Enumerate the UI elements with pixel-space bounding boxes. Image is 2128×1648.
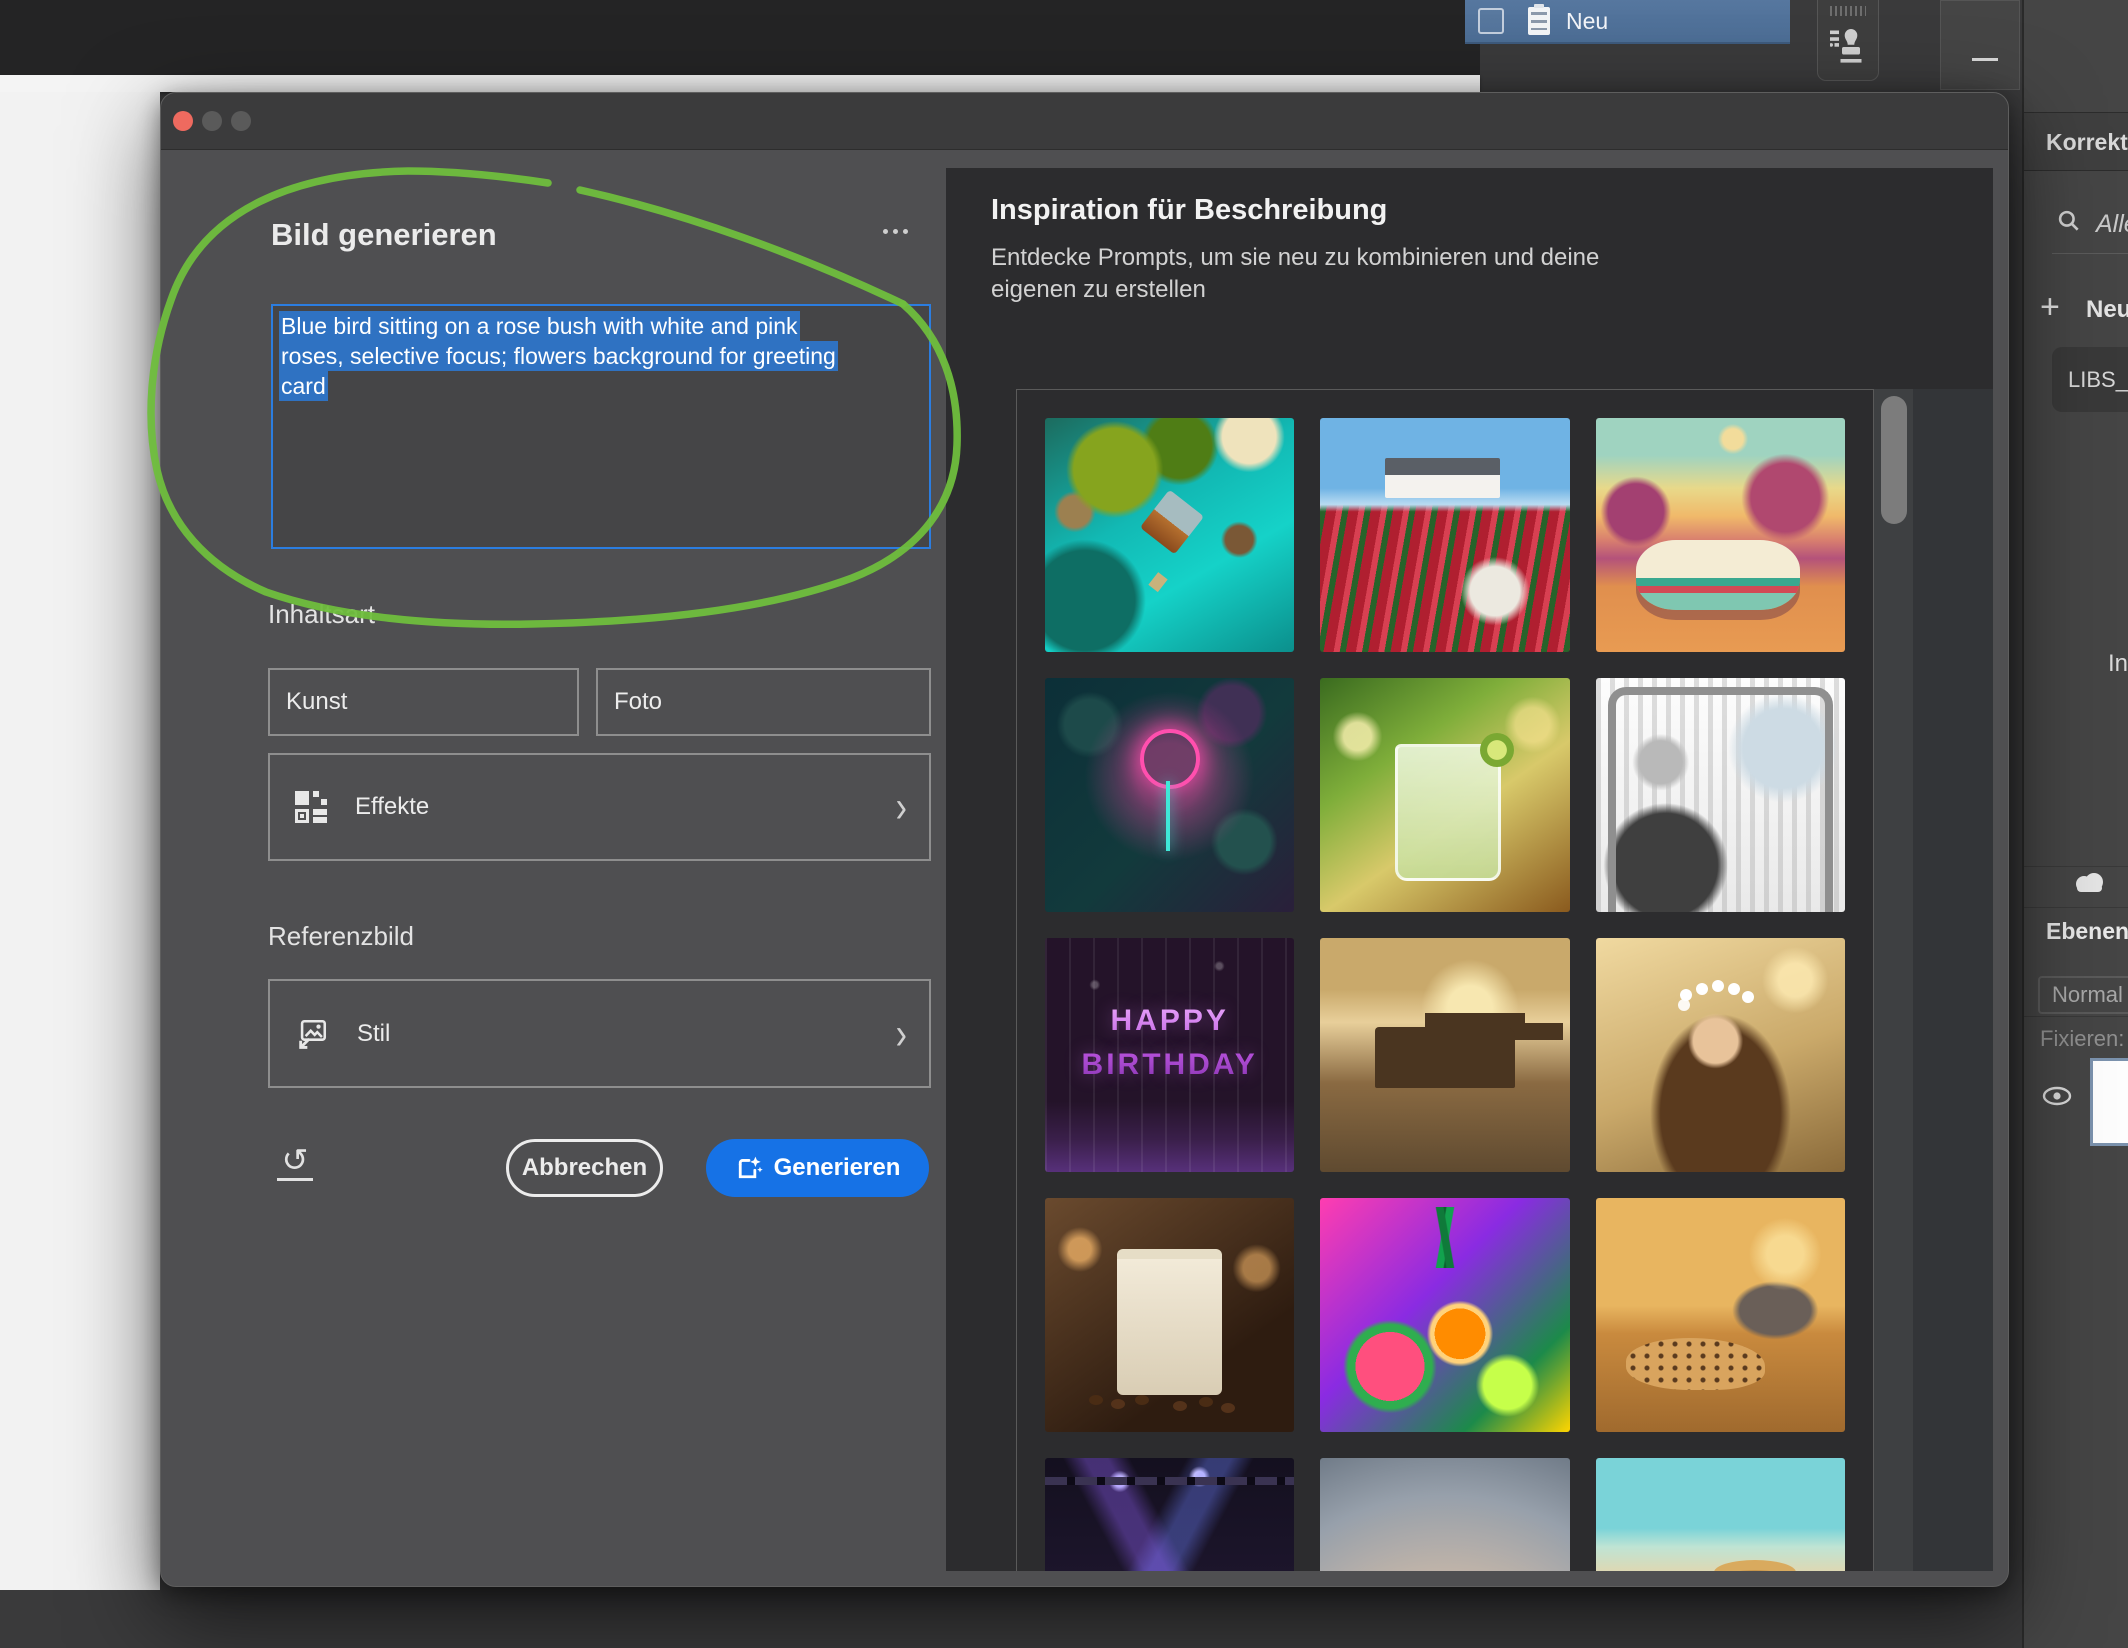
style-label: Stil: [357, 1020, 390, 1048]
content-type-kunst-button[interactable]: Kunst: [268, 668, 579, 736]
generate-button[interactable]: Generieren: [706, 1139, 929, 1197]
inspiration-tile[interactable]: [1596, 938, 1845, 1172]
style-row-button[interactable]: Stil ›: [268, 979, 931, 1088]
inspiration-tile[interactable]: [1596, 1198, 1845, 1432]
inspiration-tile[interactable]: [1320, 1458, 1569, 1571]
prompt-selected-line: Blue bird sitting on a rose bush with wh…: [279, 311, 800, 341]
panel-grip: [1830, 6, 1866, 16]
visibility-eye-icon[interactable]: [2042, 1086, 2072, 1111]
inspiration-grid: HAPPY BIRTHDAY: [1016, 389, 1874, 1571]
reset-button[interactable]: ↺: [277, 1143, 313, 1181]
content-type-options: Kunst Foto: [268, 668, 931, 736]
lock-label: Fixieren:: [2040, 1026, 2124, 1052]
new-button[interactable]: Neu: [2086, 296, 2128, 324]
generate-sparkle-icon: [735, 1154, 763, 1182]
content-type-label: Inhaltsart: [268, 599, 375, 630]
checkbox[interactable]: [1478, 8, 1504, 34]
layer-thumbnail[interactable]: [2090, 1058, 2128, 1146]
prompt-selected-line: roses, selective focus; flowers backgrou…: [279, 341, 838, 371]
divider: [2024, 907, 2128, 908]
document-canvas-top: [0, 75, 1480, 92]
search-filter-label[interactable]: Alle: [2096, 210, 2128, 239]
right-sidebar: Korrektu Alle + Neu LIBS_ In Ebenen Norm…: [2022, 0, 2128, 1648]
effects-row-button[interactable]: Effekte ›: [268, 753, 931, 861]
dialog-title: Bild generieren: [271, 217, 497, 253]
image-style-icon: [295, 1017, 329, 1051]
blend-mode-select[interactable]: Normal: [2038, 976, 2128, 1014]
inspiration-tile[interactable]: [1596, 418, 1845, 652]
zoom-window-button[interactable]: [231, 111, 251, 131]
scrollbar-thumb[interactable]: [1881, 396, 1907, 524]
tile-image-text: HAPPY BIRTHDAY: [1045, 999, 1294, 1087]
divider: [2024, 866, 2128, 867]
chevron-right-icon: ›: [896, 1011, 907, 1055]
generate-label: Generieren: [774, 1154, 901, 1182]
inspiration-tile[interactable]: [1320, 418, 1569, 652]
cancel-button[interactable]: Abbrechen: [506, 1139, 663, 1197]
content-type-foto-button[interactable]: Foto: [596, 668, 931, 736]
history-item-label: Neu: [1566, 8, 1608, 35]
panel-header-korrekturen[interactable]: Korrektu: [2024, 112, 2128, 171]
panel-header-label: Korrektu: [2046, 129, 2128, 156]
tool-panel-stamp[interactable]: [1817, 0, 1879, 81]
chevron-right-icon: ›: [896, 785, 907, 829]
inspiration-tile[interactable]: [1320, 938, 1569, 1172]
inspiration-tile[interactable]: HAPPY BIRTHDAY: [1045, 938, 1294, 1172]
divider: [2052, 253, 2128, 254]
library-item[interactable]: LIBS_: [2052, 347, 2128, 412]
collapsed-panel: [1940, 0, 2020, 90]
search-icon[interactable]: [2056, 208, 2082, 239]
inspiration-tile[interactable]: [1045, 678, 1294, 912]
inspiration-tile[interactable]: [1320, 678, 1569, 912]
inspiration-tile[interactable]: [1045, 1198, 1294, 1432]
layers-panel-header[interactable]: Ebenen: [2046, 918, 2128, 945]
clone-stamp-icon[interactable]: [1830, 20, 1866, 73]
app-top-strip: [0, 0, 1480, 75]
document-canvas-left: [0, 92, 160, 1590]
prompt-selected-line: card: [279, 371, 328, 401]
library-item-label: LIBS_: [2068, 367, 2128, 393]
inspiration-title: Inspiration für Beschreibung: [991, 194, 1387, 227]
inspiration-tile[interactable]: [1045, 1458, 1294, 1571]
prompt-textarea[interactable]: Blue bird sitting on a rose bush with wh…: [271, 304, 931, 549]
blend-mode-value: Normal: [2052, 982, 2123, 1008]
divider: [2024, 1016, 2128, 1017]
inspiration-tile[interactable]: [1596, 1458, 1845, 1571]
inspiration-tile[interactable]: [1045, 418, 1294, 652]
inspiration-tile[interactable]: [1320, 1198, 1569, 1432]
scrollbar-track[interactable]: [1874, 389, 1913, 1571]
reference-image-label: Referenzbild: [268, 921, 414, 952]
cloud-sync-icon[interactable]: [2070, 870, 2108, 901]
inspiration-tile[interactable]: [1596, 678, 1845, 912]
minimize-window-button[interactable]: [202, 111, 222, 131]
panel-edge-strip: [1913, 389, 1993, 1571]
effects-label: Effekte: [355, 793, 429, 821]
history-item-neu[interactable]: Neu: [1465, 0, 1790, 44]
panel-minimize-dash: [1972, 58, 1998, 61]
screenshot-root: Neu Korrektu Alle + Neu L: [0, 0, 2128, 1648]
document-icon: [1528, 7, 1550, 35]
effects-grid-icon: [295, 791, 327, 823]
inspiration-subtitle: Entdecke Prompts, um sie neu zu kombinie…: [991, 242, 1599, 306]
truncated-text: In: [2108, 650, 2128, 678]
close-window-button[interactable]: [173, 111, 193, 131]
dialog-titlebar[interactable]: [161, 93, 2008, 150]
plus-icon[interactable]: +: [2040, 288, 2060, 327]
generate-image-dialog: Bild generieren Blue bird sitting on a r…: [160, 92, 2009, 1587]
inspiration-panel: Inspiration für Beschreibung Entdecke Pr…: [946, 168, 1993, 1571]
more-options-icon[interactable]: [883, 229, 908, 234]
